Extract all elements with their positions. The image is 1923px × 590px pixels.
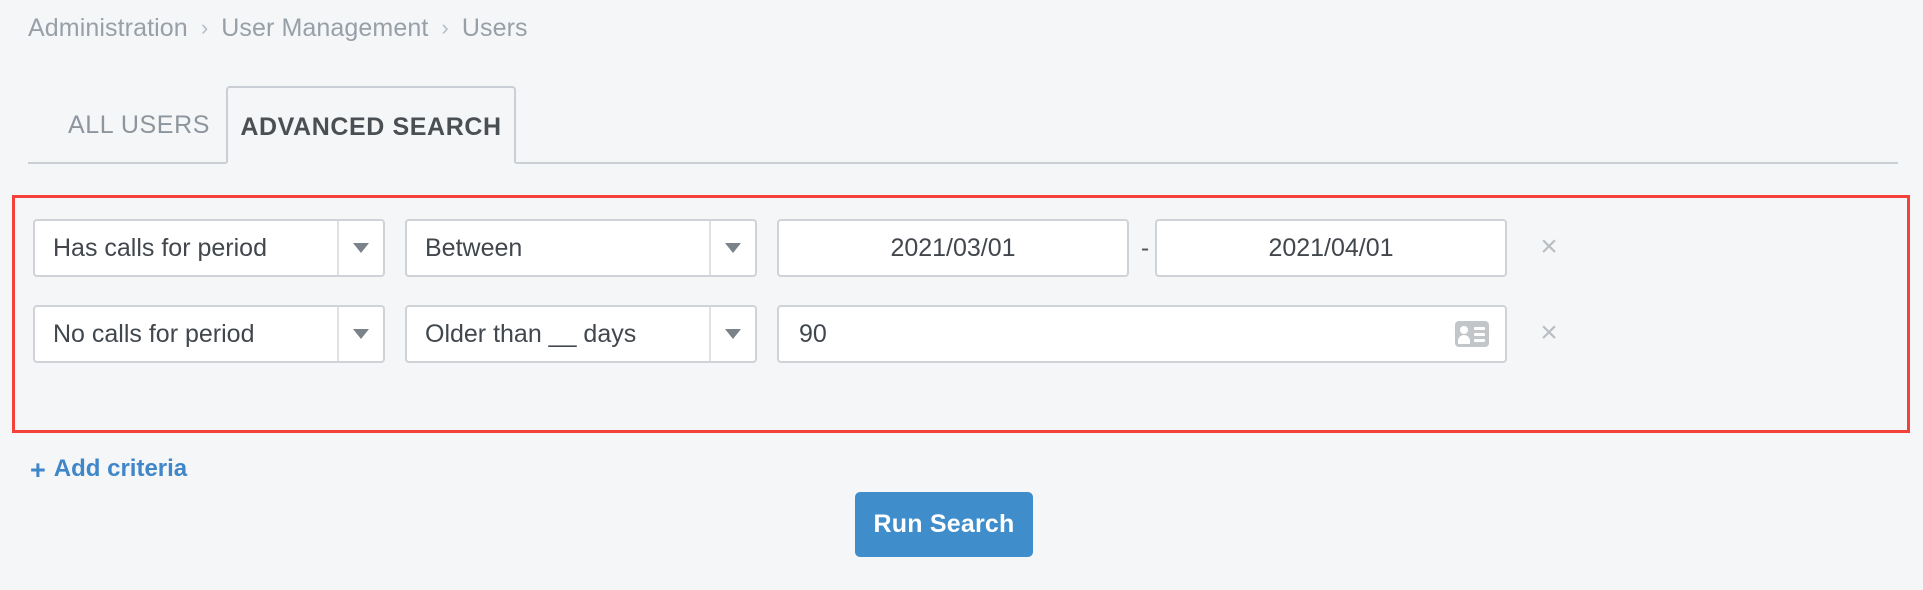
run-search-button[interactable]: Run Search <box>855 492 1033 557</box>
breadcrumb-separator-icon: › <box>200 14 209 40</box>
criteria-value-2: 90 <box>799 319 827 348</box>
criteria-date-to-value: 2021/04/01 <box>1268 233 1394 262</box>
criteria-date-from-value: 2021/03/01 <box>890 233 1016 262</box>
advanced-search-page: Administration › User Management › Users… <box>0 0 1923 590</box>
criteria-panel: Has calls for period Between 2021/03/01 … <box>12 195 1910 433</box>
criteria-field-value-1: Has calls for period <box>53 233 267 262</box>
criteria-field-select-1[interactable]: Has calls for period <box>33 219 385 277</box>
breadcrumb-item-users[interactable]: Users <box>462 14 528 43</box>
criteria-date-to-input[interactable]: 2021/04/01 <box>1155 219 1507 277</box>
remove-criteria-button-2[interactable]: × <box>1527 305 1571 363</box>
breadcrumb-item-administration[interactable]: Administration <box>28 14 188 43</box>
plus-icon: + <box>30 454 46 485</box>
criteria-field-select-2[interactable]: No calls for period <box>33 305 385 363</box>
tab-bar: ALL USERS ADVANCED SEARCH <box>28 62 1898 164</box>
criteria-field-value-2: No calls for period <box>53 319 255 348</box>
chevron-down-icon[interactable] <box>709 307 755 361</box>
criteria-value-input-2[interactable]: 90 <box>777 305 1507 363</box>
id-card-icon[interactable] <box>1455 321 1489 347</box>
date-range-separator: - <box>1140 234 1150 262</box>
tab-all-users[interactable]: ALL USERS <box>50 86 228 164</box>
breadcrumb: Administration › User Management › Users <box>28 14 528 43</box>
criteria-row: No calls for period Older than __ days 9… <box>15 305 1907 363</box>
remove-criteria-button-1[interactable]: × <box>1527 219 1571 277</box>
tab-advanced-search[interactable]: ADVANCED SEARCH <box>226 86 516 164</box>
criteria-operator-value-2: Older than __ days <box>425 319 637 348</box>
criteria-date-from-input[interactable]: 2021/03/01 <box>777 219 1129 277</box>
add-criteria-label: Add criteria <box>53 455 188 482</box>
chevron-down-icon[interactable] <box>337 221 383 275</box>
criteria-operator-value-1: Between <box>425 233 523 262</box>
breadcrumb-separator-icon: › <box>441 14 449 40</box>
breadcrumb-item-user-management[interactable]: User Management <box>221 14 428 43</box>
criteria-row: Has calls for period Between 2021/03/01 … <box>15 219 1907 277</box>
criteria-operator-select-2[interactable]: Older than __ days <box>405 305 757 363</box>
chevron-down-icon[interactable] <box>709 221 755 275</box>
add-criteria-link[interactable]: + Add criteria <box>30 455 187 483</box>
criteria-operator-select-1[interactable]: Between <box>405 219 757 277</box>
chevron-down-icon[interactable] <box>337 307 383 361</box>
